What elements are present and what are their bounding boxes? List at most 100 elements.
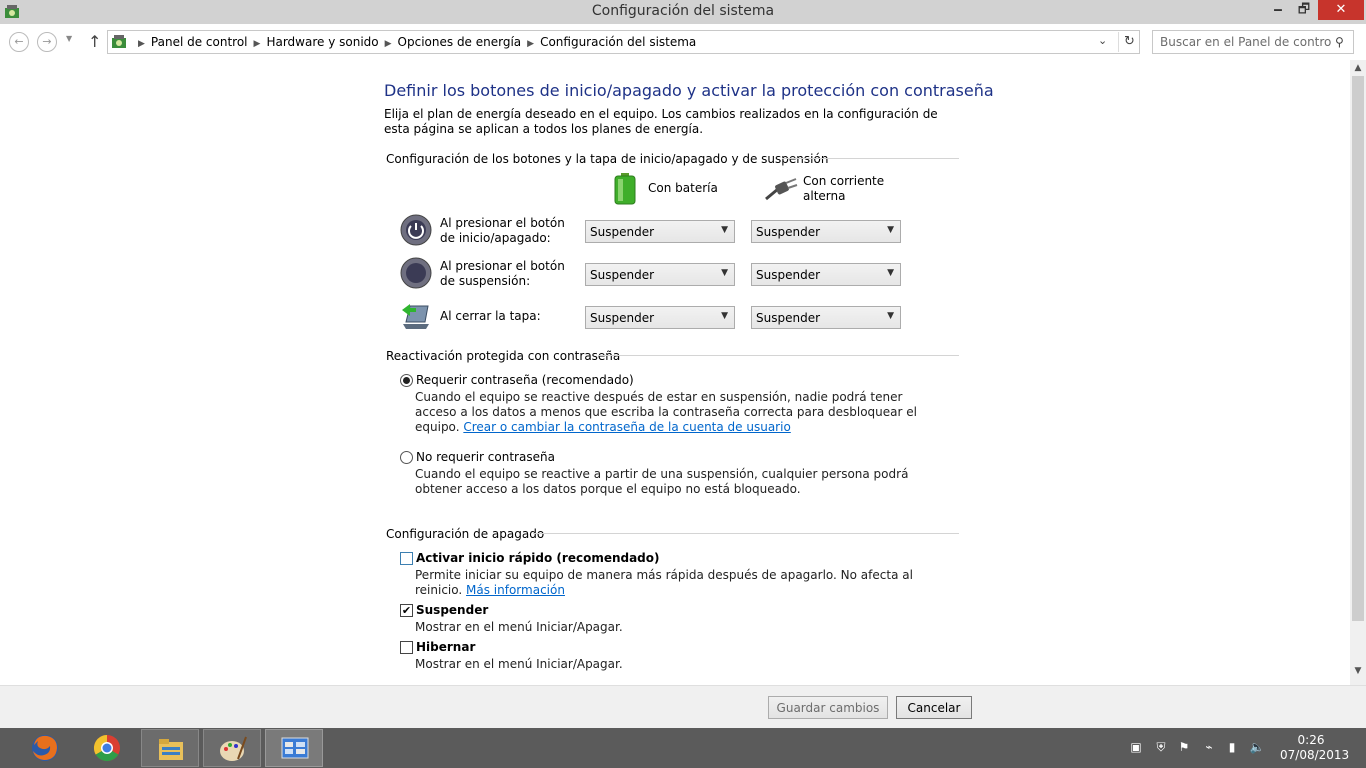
power-plug-icon[interactable]: ⌁ [1201,740,1217,756]
restore-button[interactable]: 🗗 [1290,0,1318,20]
up-button[interactable]: ↑ [88,32,101,51]
taskbar-control-panel[interactable] [265,729,323,767]
section-title-power-buttons: Configuración de los botones y la tapa d… [386,152,829,166]
save-changes-button[interactable]: Guardar cambios [768,696,888,719]
require-password-radio[interactable] [400,374,413,387]
taskbar-firefox[interactable] [16,729,74,767]
title-bar: Configuración del sistema 🗕 🗗 ✕ [0,0,1366,24]
scroll-up-icon[interactable]: ▲ [1350,60,1366,76]
require-password-description: Cuando el equipo se reactive después de … [415,390,945,435]
refresh-icon[interactable]: ↻ [1118,32,1140,52]
clock-time: 0:26 [1297,733,1325,747]
taskbar: ▣ ⛨ ⚑ ⌁ ▮ 🔈 0:26 07/08/2013 [0,728,1366,768]
change-password-link[interactable]: Crear o cambiar la contraseña de la cuen… [463,420,790,434]
network-signal-icon[interactable]: ▮ [1224,740,1240,756]
search-icon[interactable]: ⚲ [1335,35,1344,49]
sleep-checkbox[interactable]: ✔ [400,604,413,617]
select-value: Suspender [590,311,655,325]
power-button-battery-select[interactable]: Suspender ▼ [585,220,735,243]
divider [782,158,959,159]
paint-icon [220,736,247,761]
vertical-scrollbar[interactable]: ▲ ▼ [1350,60,1366,685]
battery-icon [614,173,636,205]
close-lid-ac-select[interactable]: Suspender ▼ [751,306,901,329]
section-title-password: Reactivación protegida con contraseña [386,349,621,363]
chrome-icon [93,734,120,762]
divider [598,355,959,356]
fast-startup-label[interactable]: Activar inicio rápido (recomendado) [416,551,660,565]
chevron-down-icon: ▼ [887,311,894,321]
system-clock[interactable]: 0:26 07/08/2013 [1280,733,1350,763]
firefox-icon [32,735,58,761]
close-button[interactable]: ✕ [1318,0,1364,20]
flag-icon[interactable]: ⚑ [1176,740,1192,756]
power-plug-icon [765,178,798,201]
more-info-link[interactable]: Más información [466,583,565,597]
page-title: Definir los botones de inicio/apagado y … [384,81,994,100]
page-intro: Elija el plan de energía deseado en el e… [384,107,938,136]
back-button[interactable]: ← [9,32,29,52]
hibernate-label[interactable]: Hibernar [416,640,475,654]
hibernate-description: Mostrar en el menú Iniciar/Apagar. [415,657,623,671]
forward-button[interactable]: → [37,32,57,52]
minimize-button[interactable]: 🗕 [1264,0,1292,20]
scrollbar-thumb[interactable] [1352,76,1364,621]
breadcrumb-item[interactable]: Hardware y sonido [266,35,378,49]
sleep-button-icon [400,257,432,289]
search-box: ⚲ [1152,30,1354,54]
no-password-radio[interactable] [400,451,413,464]
select-value: Suspender [756,268,821,282]
breadcrumb-item[interactable]: Opciones de energía [398,35,522,49]
sleep-description: Mostrar en el menú Iniciar/Apagar. [415,620,623,634]
scroll-down-icon[interactable]: ▼ [1350,663,1366,679]
require-password-label[interactable]: Requerir contraseña (recomendado) [416,373,634,387]
recent-locations-dropdown[interactable]: ▼ [66,34,72,43]
security-shield-icon[interactable]: ⛨ [1153,740,1169,756]
chevron-right-icon: ▶ [138,39,145,49]
sleep-label[interactable]: Suspender [416,603,488,617]
breadcrumb-item[interactable]: Configuración del sistema [540,35,696,49]
fast-startup-checkbox[interactable] [400,552,413,565]
breadcrumb-item[interactable]: Panel de control [151,35,248,49]
navigation-bar: ← → ▼ ↑ ▶ Panel de control ▶ Hardware y son… [0,24,1366,60]
row-label-power-button: Al presionar el botón de inicio/apagado: [440,216,565,245]
chevron-right-icon[interactable]: ▶ [254,39,261,49]
control-panel-icon [281,737,309,759]
volume-icon[interactable]: 🔈 [1249,740,1265,756]
chevron-right-icon[interactable]: ▶ [527,39,534,49]
address-bar[interactable]: ▶ Panel de control ▶ Hardware y sonido ▶ Opci… [107,30,1140,54]
close-lid-battery-select[interactable]: Suspender ▼ [585,306,735,329]
chevron-down-icon: ▼ [721,311,728,321]
taskbar-paint[interactable] [203,729,261,767]
sleep-button-battery-select[interactable]: Suspender ▼ [585,263,735,286]
power-button-icon [400,214,432,246]
chevron-down-icon: ▼ [721,225,728,235]
section-title-shutdown: Configuración de apagado [386,527,545,541]
taskbar-file-explorer[interactable] [141,729,199,767]
chevron-down-icon: ▼ [721,268,728,278]
chevron-right-icon[interactable]: ▶ [385,39,392,49]
hibernate-checkbox[interactable] [400,641,413,654]
taskbar-chrome[interactable] [78,729,136,767]
row-label-close-lid: Al cerrar la tapa: [440,309,541,323]
action-center-icon[interactable]: ▣ [1128,740,1144,756]
select-value: Suspender [756,225,821,239]
search-input[interactable] [1153,31,1331,53]
sleep-button-ac-select[interactable]: Suspender ▼ [751,263,901,286]
chevron-down-icon[interactable]: ⌄ [1098,34,1107,47]
laptop-lid-icon [402,304,429,329]
fast-startup-description: Permite iniciar su equipo de manera más … [415,568,945,598]
power-button-ac-select[interactable]: Suspender ▼ [751,220,901,243]
chevron-down-icon: ▼ [887,268,894,278]
chevron-down-icon: ▼ [887,225,894,235]
footer: Guardar cambios Cancelar [0,685,1366,728]
no-password-label[interactable]: No requerir contraseña [416,450,555,464]
file-explorer-icon [159,739,183,760]
control-panel-icon [112,35,126,48]
column-header-battery: Con batería [648,181,718,195]
cancel-button[interactable]: Cancelar [896,696,972,719]
clock-date: 07/08/2013 [1280,748,1350,762]
divider [533,533,959,534]
select-value: Suspender [590,225,655,239]
no-password-description: Cuando el equipo se reactive a partir de… [415,467,909,496]
